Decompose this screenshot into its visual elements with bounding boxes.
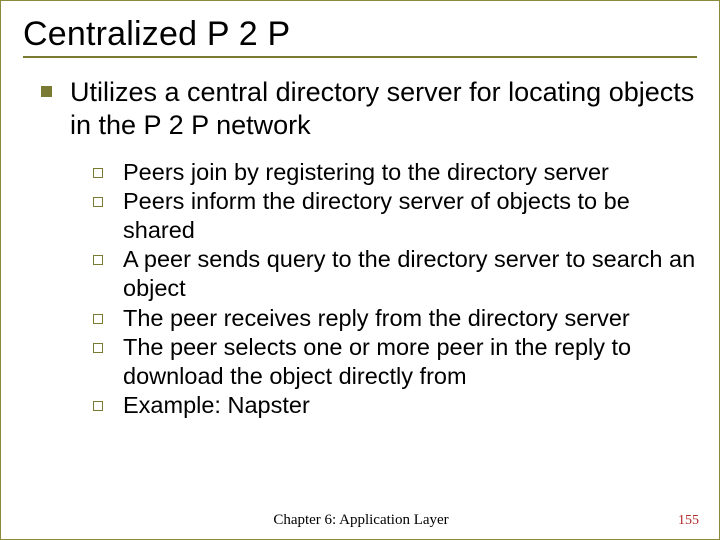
hollow-square-bullet-icon <box>93 314 103 324</box>
hollow-square-bullet-icon <box>93 197 103 207</box>
slide: Centralized P 2 P Utilizes a central dir… <box>0 0 720 540</box>
hollow-square-bullet-icon <box>93 343 103 353</box>
footer-page-number: 155 <box>678 513 699 529</box>
sub-bullet: The peer receives reply from the directo… <box>93 304 697 333</box>
filled-square-bullet-icon <box>41 86 52 97</box>
sub-bullet: Example: Napster <box>93 391 697 420</box>
sub-bullet-text: A peer sends query to the directory serv… <box>123 245 697 303</box>
hollow-square-bullet-icon <box>93 255 103 265</box>
hollow-square-bullet-icon <box>93 401 103 411</box>
main-bullet-text: Utilizes a central directory server for … <box>70 76 697 142</box>
sub-bullet-text: Peers inform the directory server of obj… <box>123 187 697 245</box>
title-underline <box>23 56 697 58</box>
sub-bullet: Peers inform the directory server of obj… <box>93 187 697 245</box>
sub-bullet-list: Peers join by registering to the directo… <box>93 158 697 420</box>
hollow-square-bullet-icon <box>93 168 103 178</box>
sub-bullet-text: Example: Napster <box>123 391 310 420</box>
sub-bullet: A peer sends query to the directory serv… <box>93 245 697 303</box>
sub-bullet-text: The peer selects one or more peer in the… <box>123 333 697 391</box>
main-bullet: Utilizes a central directory server for … <box>41 76 697 142</box>
sub-bullet-text: Peers join by registering to the directo… <box>123 158 609 187</box>
sub-bullet: The peer selects one or more peer in the… <box>93 333 697 391</box>
slide-title: Centralized P 2 P <box>23 15 697 54</box>
sub-bullet-text: The peer receives reply from the directo… <box>123 304 630 333</box>
footer-chapter: Chapter 6: Application Layer <box>1 512 720 529</box>
sub-bullet: Peers join by registering to the directo… <box>93 158 697 187</box>
